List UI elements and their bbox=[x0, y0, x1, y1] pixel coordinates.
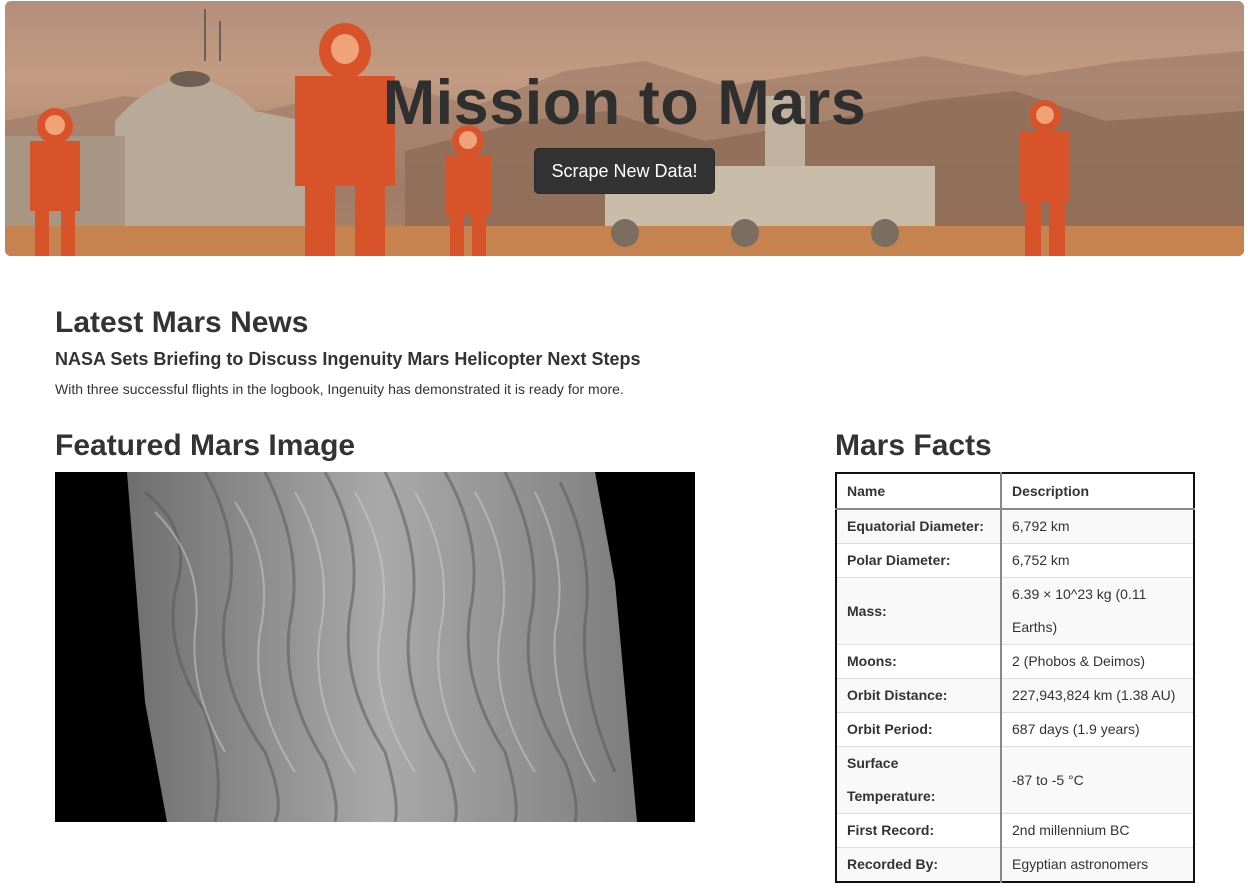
table-row: First Record: 2nd millennium BC bbox=[835, 813, 1195, 848]
fact-value: 6,752 km bbox=[1000, 543, 1195, 578]
table-header-row: Name Description bbox=[835, 472, 1195, 510]
news-title: NASA Sets Briefing to Discuss Ingenuity … bbox=[55, 349, 641, 369]
table-row: Surface Temperature: -87 to -5 °C bbox=[835, 746, 1195, 814]
fact-name: Recorded By: bbox=[835, 847, 1002, 883]
page-title: Mission to Mars bbox=[382, 68, 867, 138]
scrape-button[interactable]: Scrape New Data! bbox=[534, 148, 715, 194]
fact-value: -87 to -5 °C bbox=[1000, 746, 1195, 814]
column-header-description: Description bbox=[1000, 472, 1195, 510]
table-row: Orbit Period: 687 days (1.9 years) bbox=[835, 712, 1195, 747]
table-row: Recorded By: Egyptian astronomers bbox=[835, 847, 1195, 883]
fact-name: Surface Temperature: bbox=[835, 746, 1002, 814]
fact-value: 6,792 km bbox=[1000, 508, 1195, 544]
mars-facts-table: Name Description Equatorial Diameter: 6,… bbox=[835, 472, 1195, 883]
featured-mars-image bbox=[55, 472, 695, 822]
fact-name: Polar Diameter: bbox=[835, 543, 1002, 578]
fact-value: 6.39 × 10^23 kg (0.11 Earths) bbox=[1000, 577, 1195, 645]
fact-name: Orbit Period: bbox=[835, 712, 1002, 747]
hero-banner: Mission to Mars Scrape New Data! bbox=[5, 1, 1244, 256]
table-row: Orbit Distance: 227,943,824 km (1.38 AU) bbox=[835, 678, 1195, 713]
fact-value: 2nd millennium BC bbox=[1000, 813, 1195, 848]
fact-name: First Record: bbox=[835, 813, 1002, 848]
table-row: Equatorial Diameter: 6,792 km bbox=[835, 508, 1195, 544]
table-row: Polar Diameter: 6,752 km bbox=[835, 543, 1195, 578]
table-row: Moons: 2 (Phobos & Deimos) bbox=[835, 644, 1195, 679]
fact-name: Orbit Distance: bbox=[835, 678, 1002, 713]
featured-image-heading: Featured Mars Image bbox=[55, 429, 356, 462]
fact-name: Moons: bbox=[835, 644, 1002, 679]
news-heading: Latest Mars News bbox=[55, 306, 309, 339]
facts-heading: Mars Facts bbox=[835, 429, 992, 462]
fact-name: Equatorial Diameter: bbox=[835, 508, 1002, 544]
fact-value: 2 (Phobos & Deimos) bbox=[1000, 644, 1195, 679]
fact-value: 227,943,824 km (1.38 AU) bbox=[1000, 678, 1195, 713]
table-row: Mass: 6.39 × 10^23 kg (0.11 Earths) bbox=[835, 577, 1195, 645]
news-paragraph: With three successful flights in the log… bbox=[55, 381, 624, 397]
column-header-name: Name bbox=[835, 472, 1002, 510]
fact-name: Mass: bbox=[835, 577, 1002, 645]
fact-value: Egyptian astronomers bbox=[1000, 847, 1195, 883]
mars-surface-photo bbox=[127, 472, 637, 822]
fact-value: 687 days (1.9 years) bbox=[1000, 712, 1195, 747]
